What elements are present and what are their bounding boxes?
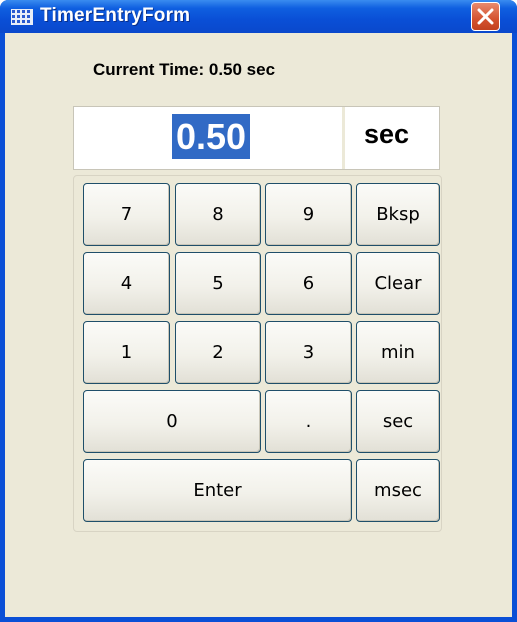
key-8[interactable]: 8 [175,183,261,246]
key-5[interactable]: 5 [175,252,261,315]
sec-button[interactable]: sec [356,390,440,453]
enter-button[interactable]: Enter [83,459,352,522]
window: TimerEntryForm Current Time: 0.50 sec 0.… [0,0,517,622]
close-button[interactable] [471,2,500,31]
unit-label: sec [364,119,410,149]
clear-button[interactable]: Clear [356,252,440,315]
key-1[interactable]: 1 [83,321,170,384]
backspace-button[interactable]: Bksp [356,183,440,246]
keypad: 7 8 9 Bksp 4 5 6 Clear 1 2 3 min 0 . sec… [73,175,442,532]
key-9[interactable]: 9 [265,183,352,246]
key-4[interactable]: 4 [83,252,170,315]
key-3[interactable]: 3 [265,321,352,384]
title-bar[interactable]: TimerEntryForm [0,0,517,33]
key-decimal[interactable]: . [265,390,352,453]
min-button[interactable]: min [356,321,440,384]
time-value-input[interactable]: 0.50 [172,114,251,159]
key-0[interactable]: 0 [83,390,261,453]
current-time-label: Current Time: 0.50 sec [93,60,276,79]
key-2[interactable]: 2 [175,321,261,384]
window-title: TimerEntryForm [40,5,191,26]
display-divider [342,107,345,169]
time-display[interactable]: 0.50 sec [73,106,440,170]
grid-icon [11,9,33,25]
key-6[interactable]: 6 [265,252,352,315]
msec-button[interactable]: msec [356,459,440,522]
close-icon [477,8,494,25]
window-frame-bottom [0,617,517,622]
key-7[interactable]: 7 [83,183,170,246]
